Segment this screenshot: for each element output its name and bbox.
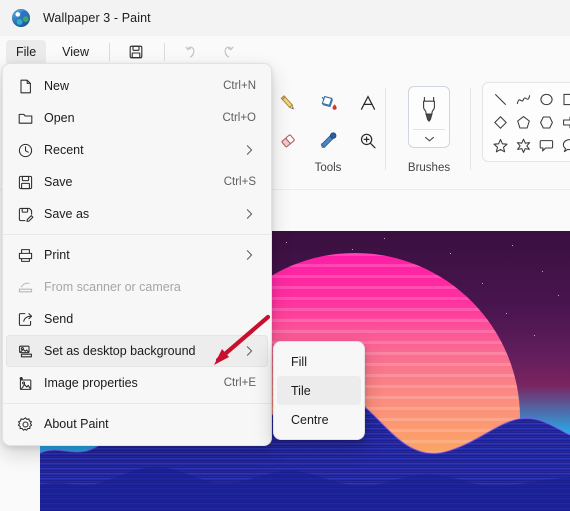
desktop-background-submenu: Fill Tile Centre	[273, 341, 365, 440]
menu-divider-1	[3, 234, 271, 235]
toolbar-divider-2	[164, 43, 166, 61]
brush-icon	[409, 87, 449, 129]
tools-grid	[273, 84, 383, 160]
menu-item-send-label: Send	[44, 312, 74, 326]
shape-hexagon-icon[interactable]	[535, 111, 557, 133]
menu-item-from-scanner-or-camera-label: From scanner or camera	[44, 280, 181, 294]
menu-item-about-paint[interactable]: About Paint	[6, 408, 268, 440]
chevron-down-icon[interactable]	[409, 130, 449, 147]
scanner-icon	[6, 279, 44, 296]
menu-item-recent[interactable]: Recent	[6, 134, 268, 166]
menu-item-image-properties[interactable]: Image properties Ctrl+E	[6, 367, 268, 399]
shape-callout-oval-icon[interactable]	[558, 134, 570, 156]
paint-window: Wallpaper 3 - Paint File View Tools Brus…	[0, 0, 570, 511]
save-icon[interactable]	[123, 40, 149, 64]
paint-palette-icon	[12, 9, 30, 27]
shape-pentagon-icon[interactable]	[512, 111, 534, 133]
magnifier-icon[interactable]	[348, 130, 388, 152]
file-menu: New Ctrl+N Open Ctrl+O Recent Save Ctrl+…	[2, 63, 272, 446]
submenu-item-fill-label: Fill	[291, 354, 307, 369]
tab-file[interactable]: File	[6, 39, 47, 65]
submenu-item-tile[interactable]: Tile	[277, 376, 361, 405]
title-bar: Wallpaper 3 - Paint	[0, 0, 570, 36]
menu-item-new-label: New	[44, 79, 70, 93]
submenu-item-fill[interactable]: Fill	[277, 347, 361, 376]
ribbon-group-brushes-label: Brushes	[407, 162, 451, 174]
ribbon-group-tools-label: Tools	[314, 162, 342, 174]
menu-item-save-as[interactable]: Save as	[6, 198, 268, 230]
shape-line-icon[interactable]	[489, 88, 511, 110]
menu-item-open[interactable]: Open Ctrl+O	[6, 102, 268, 134]
save-as-icon	[6, 206, 44, 223]
red-arrow-pointer	[214, 314, 271, 365]
menu-item-save[interactable]: Save Ctrl+S	[6, 166, 268, 198]
folder-icon	[6, 110, 44, 127]
shape-curve-icon[interactable]	[512, 88, 534, 110]
shape-callout-rect-icon[interactable]	[535, 134, 557, 156]
printer-icon	[6, 247, 44, 264]
ribbon-group-brushes: Brushes	[390, 68, 468, 190]
menu-item-save-shortcut: Ctrl+S	[223, 176, 256, 188]
gear-icon	[6, 416, 44, 433]
undo-icon[interactable]	[178, 40, 204, 64]
image-props-icon	[6, 375, 44, 392]
submenu-item-centre-label: Centre	[291, 412, 329, 427]
tab-view-label: View	[62, 45, 90, 59]
menu-item-print-label: Print	[44, 248, 70, 262]
eraser-icon[interactable]	[268, 130, 308, 152]
submenu-item-centre[interactable]: Centre	[277, 405, 361, 434]
submenu-item-tile-label: Tile	[291, 383, 311, 398]
menu-item-save-label: Save	[44, 175, 73, 189]
pencil-icon[interactable]	[268, 92, 308, 114]
ribbon-group-divider-2	[470, 88, 471, 170]
color-picker-icon[interactable]	[308, 130, 348, 152]
chevron-right-icon	[245, 208, 254, 221]
ribbon-group-divider-1	[385, 88, 386, 170]
menu-item-about-paint-label: About Paint	[44, 417, 109, 431]
menu-item-print[interactable]: Print	[6, 239, 268, 271]
menu-item-set-as-desktop-background-label: Set as desktop background	[44, 344, 196, 358]
chevron-right-icon	[245, 249, 254, 262]
send-icon	[6, 311, 44, 328]
new-file-icon	[6, 78, 44, 95]
tab-file-label: File	[16, 45, 37, 59]
desktop-image-icon	[6, 343, 44, 360]
menu-item-new[interactable]: New Ctrl+N	[6, 70, 268, 102]
shape-oval-icon[interactable]	[535, 88, 557, 110]
shape-star5-icon[interactable]	[489, 134, 511, 156]
menu-divider-2	[3, 403, 271, 404]
menu-item-open-shortcut: Ctrl+O	[222, 112, 256, 124]
menu-item-recent-label: Recent	[44, 143, 84, 157]
menu-item-image-properties-label: Image properties	[44, 376, 138, 390]
ribbon-group-tools: Tools	[273, 68, 383, 190]
fill-bucket-icon[interactable]	[308, 92, 348, 114]
menu-item-image-properties-shortcut: Ctrl+E	[223, 377, 256, 389]
clock-icon	[6, 142, 44, 159]
redo-icon[interactable]	[214, 40, 240, 64]
window-title: Wallpaper 3 - Paint	[43, 11, 151, 25]
tab-view[interactable]: View	[52, 40, 99, 65]
toolbar-divider-1	[109, 43, 111, 61]
text-icon[interactable]	[348, 92, 388, 114]
shape-star6-icon[interactable]	[512, 134, 534, 156]
menu-item-save-as-label: Save as	[44, 207, 90, 221]
chevron-right-icon	[245, 144, 254, 157]
ribbon-group-shapes	[474, 68, 570, 190]
shape-diamond-icon[interactable]	[489, 111, 511, 133]
brushes-button[interactable]	[408, 86, 450, 148]
shape-arrow-icon[interactable]	[558, 111, 570, 133]
menu-item-new-shortcut: Ctrl+N	[223, 80, 256, 92]
save-icon	[6, 174, 44, 191]
shape-rectangle-icon[interactable]	[558, 88, 570, 110]
menu-item-open-label: Open	[44, 111, 75, 125]
shapes-gallery	[482, 82, 570, 162]
menu-item-from-scanner-or-camera: From scanner or camera	[6, 271, 268, 303]
